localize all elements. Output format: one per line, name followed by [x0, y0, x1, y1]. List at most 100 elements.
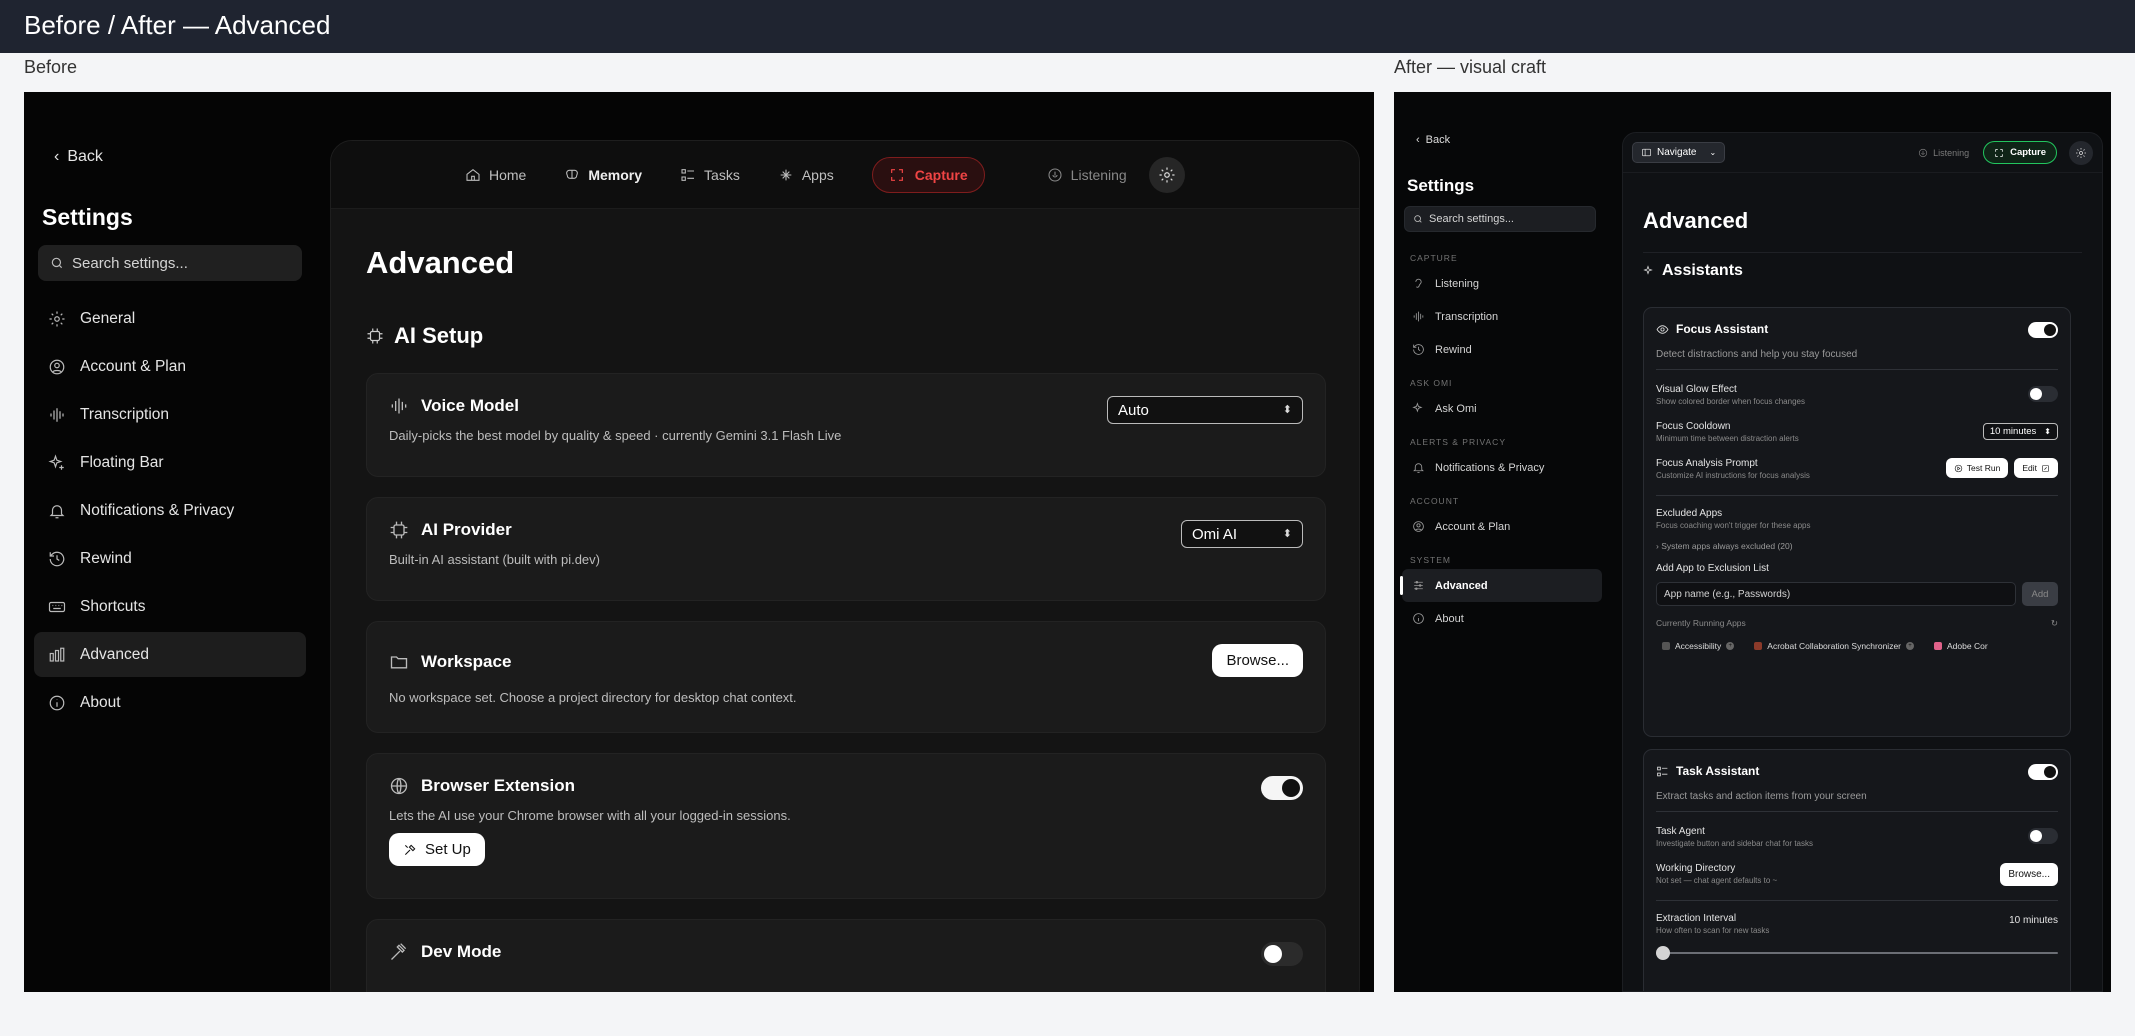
after-label: After — visual craft — [1394, 57, 1547, 77]
group-ask-omi: ASK OMI — [1410, 378, 1453, 388]
test-run-button[interactable]: Test Run — [1945, 458, 2009, 478]
sidebar-item-listening[interactable]: Listening — [1402, 267, 1602, 300]
working-directory-browse-button[interactable]: Browse... — [2000, 863, 2058, 886]
settings-button[interactable] — [1148, 156, 1185, 193]
back-button[interactable]: ‹ Back — [54, 148, 103, 166]
exclusion-app-input[interactable]: App name (e.g., Passwords) — [1656, 582, 2016, 606]
task-assistant-toggle[interactable] — [2028, 764, 2058, 780]
page-title: Before / After — Advanced — [0, 0, 2135, 53]
history-icon — [49, 551, 65, 566]
bell-icon — [1413, 463, 1424, 473]
visual-glow-toggle[interactable] — [2028, 386, 2058, 402]
voice-model-select[interactable]: Auto ⬍ — [1107, 396, 1303, 424]
sidebar-nav: General Account & Plan Transcription Flo… — [34, 296, 306, 728]
task-agent-toggle[interactable] — [2028, 828, 2058, 844]
row-task-agent: Task Agent Investigate button and sideba… — [1656, 826, 2058, 854]
sidebar-item-rewind[interactable]: Rewind — [34, 536, 306, 581]
nav-home[interactable]: Home — [465, 167, 526, 183]
chevron-left-icon: ‹ — [1416, 134, 1420, 146]
bell-icon — [49, 504, 65, 518]
group-capture: CAPTURE — [1410, 253, 1458, 263]
add-circle-icon: + — [1726, 642, 1735, 650]
navigate-select[interactable]: Navigate ⌄ — [1632, 142, 1726, 163]
settings-title: Settings — [1407, 176, 1475, 195]
browser-extension-toggle[interactable] — [1261, 776, 1303, 800]
refresh-icon[interactable]: ↻ — [2051, 618, 2058, 629]
gear-icon — [49, 311, 65, 326]
section-ai-setup: AI Setup — [366, 323, 483, 349]
sidebar-item-floating-bar[interactable]: Floating Bar — [34, 440, 306, 485]
listening-status[interactable]: Listening — [1047, 167, 1127, 183]
sidebar-nav: CAPTURE Listening Transcription Rewind A… — [1400, 247, 1602, 635]
microphone-icon — [1048, 167, 1062, 182]
add-exclusion-button[interactable]: Add — [2022, 582, 2058, 606]
sidebar-item-transcription[interactable]: Transcription — [34, 392, 306, 437]
extraction-interval-value: 10 minutes — [2009, 915, 2058, 926]
settings-button[interactable] — [2069, 140, 2093, 165]
sidebar-item-rewind[interactable]: Rewind — [1402, 333, 1602, 366]
ai-provider-select[interactable]: Omi AI ⬍ — [1181, 520, 1303, 548]
sidebar-item-notifications[interactable]: Notifications & Privacy — [1402, 451, 1602, 484]
user-circle-icon — [49, 359, 65, 374]
workspace-browse-button[interactable]: Browse... — [1212, 644, 1303, 677]
extraction-interval-slider[interactable] — [1656, 946, 2058, 960]
sidebar-item-about[interactable]: About — [34, 680, 306, 725]
history-icon — [1413, 344, 1424, 355]
app-icon — [1662, 642, 1670, 650]
running-app-chip[interactable]: Accessibility + — [1656, 641, 1735, 651]
search-input[interactable]: Search settings... — [1404, 206, 1596, 232]
running-apps-list: Accessibility + Acrobat Collaboration Sy… — [1656, 641, 2058, 651]
sidebar-item-general[interactable]: General — [34, 296, 306, 341]
info-icon — [1413, 613, 1424, 624]
card-task-assistant: Task Assistant Extract tasks and action … — [1643, 749, 2071, 991]
back-button[interactable]: ‹ Back — [1416, 134, 1450, 146]
nav-memory[interactable]: Memory — [564, 167, 642, 183]
row-extraction-interval: Extraction Interval How often to scan fo… — [1656, 913, 2058, 935]
sidebar-item-shortcuts[interactable]: Shortcuts — [34, 584, 306, 629]
row-visual-glow: Visual Glow Effect Show colored border w… — [1656, 384, 2058, 412]
app-icon — [1754, 642, 1763, 650]
chevron-down-icon: ⌄ — [1709, 148, 1717, 157]
main-content: Navigate ⌄ Listening Capture Advanced As… — [1622, 132, 2103, 992]
home-icon — [466, 168, 480, 181]
focus-cooldown-select[interactable]: 10 minutes ⬍ — [1982, 423, 2058, 440]
card-focus-assistant: Focus Assistant Detect distractions and … — [1643, 307, 2071, 737]
setup-button[interactable]: Set Up — [389, 833, 485, 866]
sidebar-item-account-plan[interactable]: Account & Plan — [34, 344, 306, 389]
slider-thumb[interactable] — [1656, 946, 1670, 960]
capture-button[interactable]: Capture — [871, 156, 985, 193]
nav-tasks[interactable]: Tasks — [680, 167, 740, 183]
waveform-icon — [1413, 311, 1424, 322]
sidebar-item-notifications[interactable]: Notifications & Privacy — [34, 488, 306, 533]
ear-icon — [1415, 278, 1422, 288]
row-focus-cooldown: Focus Cooldown Minimum time between dist… — [1656, 421, 2058, 449]
divider — [1656, 369, 2058, 370]
waveform-icon — [50, 407, 64, 422]
sidebar-item-advanced[interactable]: Advanced — [34, 632, 306, 677]
listening-status[interactable]: Listening — [1918, 148, 1969, 158]
sidebar-item-about[interactable]: About — [1402, 602, 1602, 635]
sidebar-item-ask-omi[interactable]: Ask Omi — [1402, 392, 1602, 425]
running-app-chip[interactable]: Adobe Cor — [1928, 641, 1988, 651]
divider — [1656, 495, 2058, 496]
system-apps-disclosure[interactable]: › System apps always excluded (20) — [1656, 541, 2058, 551]
card-dev-mode: Dev Mode — [366, 919, 1326, 992]
page-heading: Advanced — [1643, 208, 1749, 233]
dev-mode-toggle[interactable] — [1261, 942, 1303, 966]
capture-frame-icon — [1995, 148, 2003, 157]
sidebar-item-account-plan[interactable]: Account & Plan — [1402, 510, 1602, 543]
edit-prompt-button[interactable]: Edit — [2014, 458, 2058, 478]
capture-button[interactable]: Capture — [1983, 141, 2057, 164]
focus-assistant-toggle[interactable] — [2028, 322, 2058, 338]
search-input[interactable]: Search settings... — [38, 245, 302, 281]
sidebar-item-advanced[interactable]: Advanced — [1400, 569, 1602, 602]
globe-icon — [390, 777, 408, 795]
nav-apps[interactable]: Apps — [778, 167, 834, 183]
sidebar-item-transcription[interactable]: Transcription — [1402, 300, 1602, 333]
running-app-chip[interactable]: Acrobat Collaboration Synchronizer + — [1748, 641, 1915, 651]
microphone-icon — [1918, 148, 1928, 157]
chevron-updown-icon: ⬍ — [1282, 527, 1292, 540]
folder-icon — [390, 656, 408, 669]
hammer-icon — [391, 943, 407, 960]
chevron-right-icon: › — [1656, 541, 1659, 551]
